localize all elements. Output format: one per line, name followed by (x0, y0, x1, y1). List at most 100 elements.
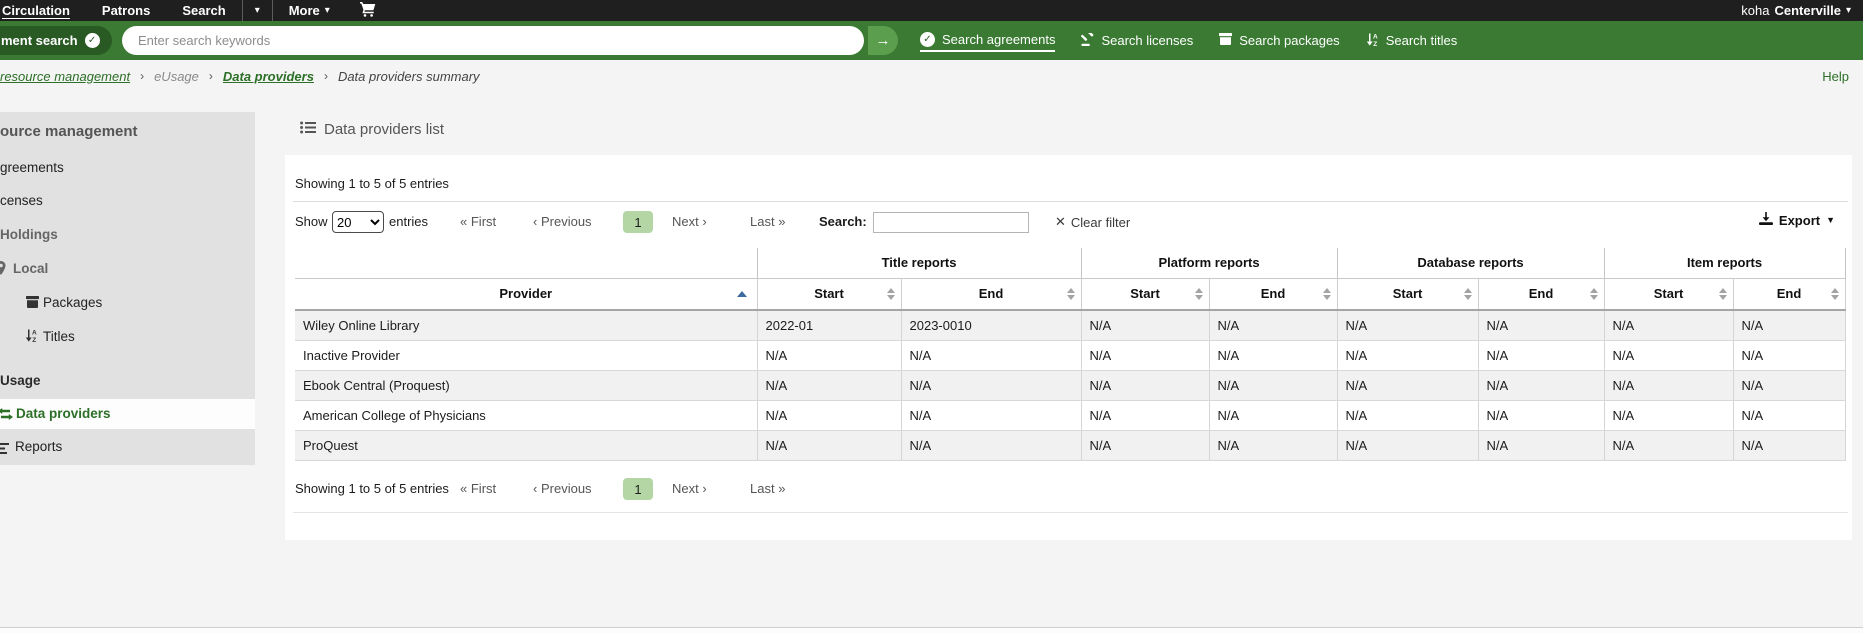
pagination-previous-button[interactable]: ‹ Previous (533, 214, 592, 229)
cart-button[interactable] (360, 2, 376, 20)
pagination-next-button[interactable]: Next › (672, 481, 707, 496)
chevron-double-left-icon: « (460, 481, 467, 496)
search-keywords-input[interactable] (122, 26, 864, 55)
search-packages-link[interactable]: Search packages (1219, 30, 1339, 51)
search-dropdown-toggle[interactable]: ▾ (242, 0, 273, 21)
chevron-left-icon: ‹ (533, 481, 537, 496)
page-title: Data providers list (300, 121, 444, 138)
breadcrumb-link-data-providers[interactable]: Data providers (223, 69, 314, 84)
chevron-down-icon: ▼ (1826, 215, 1835, 225)
arrow-right-icon: → (876, 32, 891, 49)
table-cell: N/A (1209, 310, 1337, 340)
pagination-first-button[interactable]: « First (460, 481, 496, 496)
sidebar-section-eusage: Usage (0, 372, 255, 389)
sidebar-item-titles[interactable]: AZ Titles (0, 328, 255, 345)
nav-item-circulation[interactable]: Circulation (0, 0, 86, 21)
sort-alpha-icon: AZ (1366, 33, 1379, 49)
sidebar-item-reports[interactable]: Reports (0, 438, 255, 455)
breadcrumb-separator-icon: › (209, 69, 213, 83)
table-cell: N/A (1733, 370, 1845, 400)
nav-item-patrons[interactable]: Patrons (86, 0, 166, 21)
pagination-next-button[interactable]: Next › (672, 214, 707, 229)
search-agreements-link[interactable]: ✓ Search agreements (920, 29, 1055, 52)
table-cell: N/A (1081, 340, 1209, 370)
table-cell: N/A (1337, 430, 1478, 460)
table-row: Inactive Provider N/A N/A N/A N/A N/A N/… (295, 340, 1845, 370)
pagination-previous-button[interactable]: ‹ Previous (533, 481, 592, 496)
group-header-database-reports: Database reports (1337, 248, 1604, 278)
nav-item-more[interactable]: More ▾ (273, 0, 346, 21)
column-header-end[interactable]: End (901, 278, 1081, 310)
group-header-empty (295, 248, 757, 278)
breadcrumb-current-page: Data providers summary (338, 69, 480, 84)
sidebar-item-licenses[interactable]: censes (0, 192, 255, 209)
table-cell: N/A (757, 430, 901, 460)
column-header-end[interactable]: End (1733, 278, 1845, 310)
divider (293, 512, 1848, 513)
table-cell: N/A (901, 430, 1081, 460)
breadcrumb-separator-icon: › (324, 69, 328, 83)
logged-in-user-menu[interactable]: kohaCenterville ▾ (1741, 3, 1863, 18)
sort-icon (1831, 288, 1839, 300)
table-row: ProQuest N/A N/A N/A N/A N/A N/A N/A N/A (295, 430, 1845, 460)
chevron-right-icon: › (702, 214, 706, 229)
pagination-last-button[interactable]: Last » (750, 481, 785, 496)
pagination-first-button[interactable]: « First (460, 214, 496, 229)
sidebar-section-local: Local (0, 260, 255, 277)
table-controls: Show 20 entries « First ‹ Previous 1 Nex… (285, 207, 1852, 237)
page-size-select[interactable]: 20 (332, 211, 384, 233)
breadcrumb: resource management › eUsage › Data prov… (0, 60, 1863, 92)
table-cell: N/A (1337, 370, 1478, 400)
report-chart-icon (0, 441, 9, 458)
table-cell: N/A (1478, 400, 1604, 430)
column-header-row: Provider Start End Start End Start End S… (295, 278, 1845, 310)
box-icon (1219, 33, 1232, 48)
search-titles-link[interactable]: AZ Search titles (1366, 30, 1458, 52)
column-header-end[interactable]: End (1209, 278, 1337, 310)
top-navigation-bar: Circulation Patrons Search ▾ More ▾ koha… (0, 0, 1863, 21)
column-header-start[interactable]: Start (1604, 278, 1733, 310)
sort-ascending-icon (737, 291, 747, 297)
table-cell: N/A (901, 370, 1081, 400)
column-header-start[interactable]: Start (757, 278, 901, 310)
column-header-end[interactable]: End (1478, 278, 1604, 310)
table-cell: N/A (1604, 370, 1733, 400)
table-cell: N/A (1081, 430, 1209, 460)
nav-item-search[interactable]: Search (166, 0, 241, 21)
table-cell: N/A (1209, 340, 1337, 370)
search-licenses-link[interactable]: Search licenses (1081, 30, 1193, 52)
pagination-last-button[interactable]: Last » (750, 214, 785, 229)
table-cell: N/A (1733, 400, 1845, 430)
agreement-search-tab[interactable]: ment search ✓ (0, 26, 112, 55)
data-providers-card: Showing 1 to 5 of 5 entries Show 20 entr… (285, 155, 1852, 540)
table-cell: N/A (901, 400, 1081, 430)
breadcrumb-link-resource-management[interactable]: resource management (0, 69, 130, 84)
column-header-start[interactable]: Start (1081, 278, 1209, 310)
sidebar-item-agreements[interactable]: greements (0, 159, 255, 176)
group-header-platform-reports: Platform reports (1081, 248, 1337, 278)
table-row: Ebook Central (Proquest) N/A N/A N/A N/A… (295, 370, 1845, 400)
table-cell: N/A (1604, 340, 1733, 370)
table-cell: N/A (1337, 400, 1478, 430)
column-header-start[interactable]: Start (1337, 278, 1478, 310)
search-submit-button[interactable]: → (868, 26, 898, 55)
chevron-down-icon: ▾ (325, 5, 330, 16)
sidebar-item-data-providers[interactable]: Data providers (0, 405, 255, 422)
chevron-left-icon: ‹ (533, 214, 537, 229)
sidebar-item-packages[interactable]: Packages (0, 294, 255, 311)
svg-text:A: A (32, 330, 37, 337)
help-link[interactable]: Help (1822, 60, 1849, 92)
column-header-provider[interactable]: Provider (295, 278, 757, 310)
provider-cell: ProQuest (295, 430, 757, 460)
list-icon (300, 121, 316, 138)
table-filter-input[interactable] (873, 212, 1029, 233)
sort-icon (1464, 288, 1472, 300)
pagination-page-1-button[interactable]: 1 (623, 211, 653, 233)
export-button[interactable]: Export ▼ (1759, 212, 1835, 228)
x-icon: ✕ (1055, 214, 1066, 230)
sort-icon (1195, 288, 1203, 300)
pagination-page-1-button[interactable]: 1 (623, 478, 653, 500)
showing-entries-text: Showing 1 to 5 of 5 entries (295, 481, 449, 496)
clear-filter-button[interactable]: ✕ Clear filter (1055, 214, 1130, 230)
cart-icon (360, 2, 376, 20)
